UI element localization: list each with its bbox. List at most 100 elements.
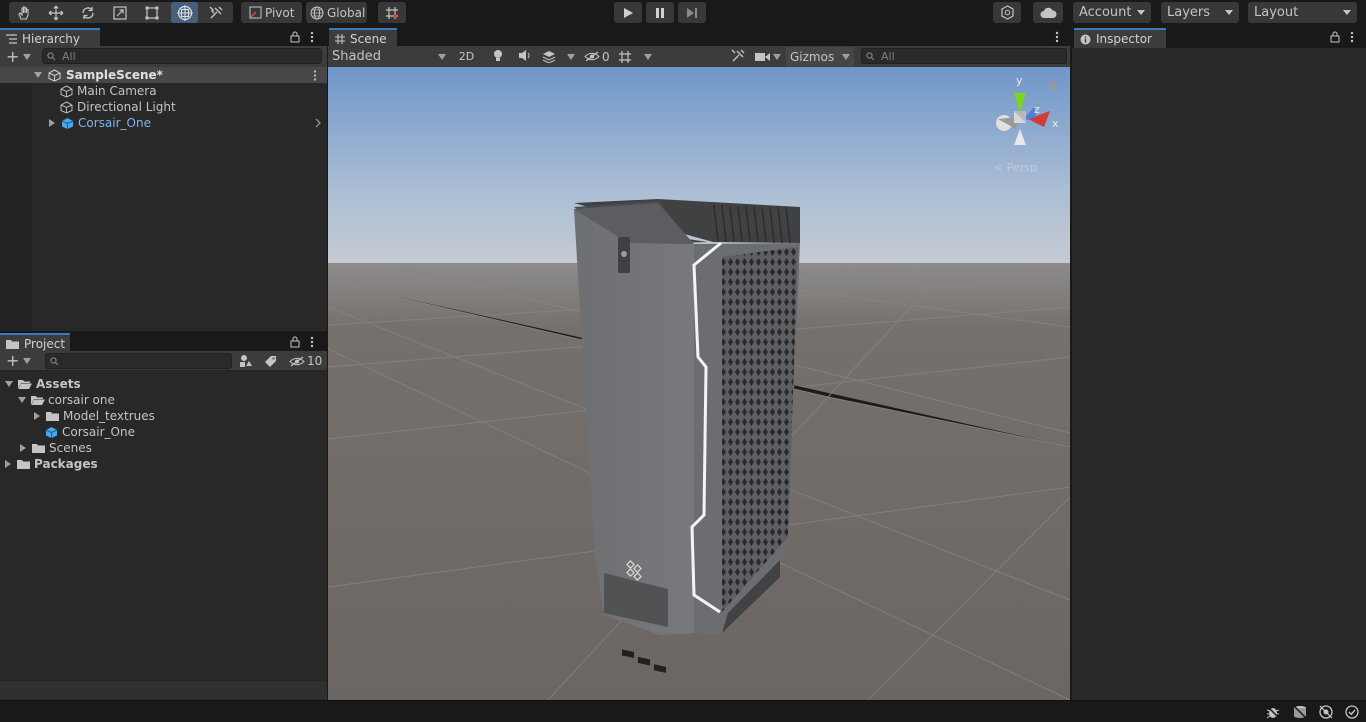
scene-visibility-toggle[interactable]: 0 (584, 48, 610, 65)
gameobject-icon (60, 100, 73, 114)
chevron-down-icon (842, 54, 850, 60)
expand-arrow-icon[interactable] (5, 460, 11, 468)
rect-tool-button[interactable] (140, 2, 164, 23)
expand-arrow-icon[interactable] (34, 412, 40, 420)
collab-icon (1000, 5, 1015, 20)
expand-arrow-icon[interactable] (5, 381, 13, 387)
move-tool-icon (48, 5, 64, 21)
prefab-icon (45, 426, 58, 439)
eye-hidden-icon (289, 356, 305, 367)
gizmos-label: Gizmos (790, 49, 835, 64)
info-icon (1080, 34, 1091, 45)
tree-item-scenes[interactable]: Scenes (20, 440, 92, 456)
cache-server-icon[interactable] (1293, 705, 1307, 719)
debug-bug-icon[interactable] (1266, 705, 1280, 719)
unity-scene-icon (48, 68, 61, 82)
hierarchy-item-directional-light[interactable]: Directional Light (60, 99, 176, 115)
pause-button[interactable] (646, 2, 674, 23)
hand-tool-button[interactable] (12, 2, 36, 23)
create-button[interactable]: + (6, 49, 32, 65)
transform-tool-button[interactable] (171, 2, 198, 23)
tree-item-corsair-one-prefab[interactable]: Corsair_One (45, 424, 135, 440)
gizmos-dropdown[interactable]: Gizmos (786, 47, 854, 66)
tree-label: Model_textrues (63, 409, 155, 423)
tab-inspector[interactable]: Inspector (1074, 28, 1166, 48)
kebab-menu-icon[interactable] (1055, 31, 1059, 43)
plus-icon: + (6, 47, 20, 66)
rotate-tool-button[interactable] (76, 2, 100, 23)
filter-by-type-icon[interactable] (239, 354, 253, 368)
tree-item-packages[interactable]: Packages (5, 456, 98, 472)
globe-icon (310, 6, 324, 20)
toggle-2d-button[interactable]: 2D (454, 48, 479, 65)
lock-icon[interactable] (290, 31, 300, 43)
status-bar (0, 700, 1366, 722)
expand-arrow-icon[interactable] (20, 444, 26, 452)
tab-project[interactable]: Project (0, 333, 70, 353)
cloud-icon (1040, 7, 1057, 19)
grid-snapping-button[interactable] (378, 2, 406, 23)
kebab-menu-icon[interactable] (1350, 31, 1354, 43)
shading-mode-dropdown[interactable]: Shaded (332, 48, 448, 65)
scene-viewport[interactable]: y z x < Persp (328, 67, 1070, 700)
chevron-right-icon[interactable] (315, 118, 321, 128)
scene-search-input[interactable]: All (861, 48, 1067, 64)
collab-button[interactable] (993, 2, 1021, 23)
tree-item-assets[interactable]: Assets (5, 376, 81, 392)
effects-dropdown[interactable] (542, 48, 578, 65)
expand-arrow-icon[interactable] (18, 397, 26, 403)
play-button[interactable] (614, 2, 642, 23)
chevron-down-icon (23, 358, 32, 364)
layers-dropdown[interactable]: Layers (1161, 2, 1239, 23)
scene-kebab-icon[interactable] (313, 70, 317, 81)
lock-icon[interactable] (1330, 31, 1340, 43)
audio-toggle-icon[interactable] (518, 49, 532, 62)
step-button[interactable] (678, 2, 706, 23)
hierarchy-item-corsair-one[interactable]: Corsair_One (49, 115, 151, 131)
layout-dropdown[interactable]: Layout (1248, 2, 1357, 23)
account-dropdown[interactable]: Account (1073, 2, 1151, 23)
pivot-toggle[interactable]: Pivot (241, 2, 302, 23)
lock-icon[interactable] (290, 336, 300, 348)
search-placeholder: All (881, 49, 895, 63)
hidden-packages-toggle[interactable]: 10 (289, 353, 322, 369)
mode-2d-label: 2D (458, 50, 475, 63)
rotate-tool-icon (80, 5, 96, 21)
kebab-menu-icon[interactable] (310, 336, 314, 348)
camera-dropdown[interactable] (755, 48, 785, 65)
layers-stack-icon (542, 50, 556, 63)
lighting-toggle-icon[interactable] (493, 49, 503, 63)
chevron-down-icon (1343, 10, 1351, 15)
grid-icon (618, 50, 632, 64)
pause-icon (654, 7, 666, 19)
tree-item-corsair-one-folder[interactable]: corsair one (18, 392, 115, 408)
layout-label: Layout (1254, 5, 1299, 20)
tools-icon[interactable] (731, 49, 745, 63)
grid-snap-icon (384, 5, 400, 21)
tree-item-model-textrues[interactable]: Model_textrues (34, 408, 155, 424)
label-tag-icon[interactable] (264, 355, 277, 368)
custom-tool-button[interactable] (204, 2, 228, 23)
network-icon[interactable] (1319, 705, 1333, 719)
cloud-button[interactable] (1033, 2, 1063, 23)
camera-icon (755, 52, 770, 62)
project-search-input[interactable] (45, 353, 232, 369)
grid-dropdown[interactable] (618, 48, 654, 65)
kebab-menu-icon[interactable] (310, 31, 314, 43)
scale-tool-button[interactable] (108, 2, 132, 23)
tab-scene[interactable]: Scene (329, 28, 397, 48)
perspective-label[interactable]: < Persp (994, 161, 1037, 174)
global-toggle[interactable]: Global (306, 2, 367, 23)
create-button[interactable]: + (6, 353, 32, 369)
progress-check-icon[interactable] (1345, 705, 1359, 719)
tree-label: Scenes (49, 441, 92, 455)
tab-hierarchy[interactable]: Hierarchy (0, 28, 100, 48)
hierarchy-search-input[interactable]: All (42, 48, 322, 64)
hierarchy-item-main-camera[interactable]: Main Camera (60, 83, 157, 99)
hierarchy-panel: Hierarchy + All SampleScene* Main Camera (0, 28, 327, 331)
folder-open-icon (18, 379, 32, 390)
scene-item[interactable]: SampleScene* (34, 67, 163, 83)
expand-arrow-icon[interactable] (49, 119, 55, 127)
move-tool-button[interactable] (44, 2, 68, 23)
expand-arrow-icon[interactable] (34, 72, 42, 78)
